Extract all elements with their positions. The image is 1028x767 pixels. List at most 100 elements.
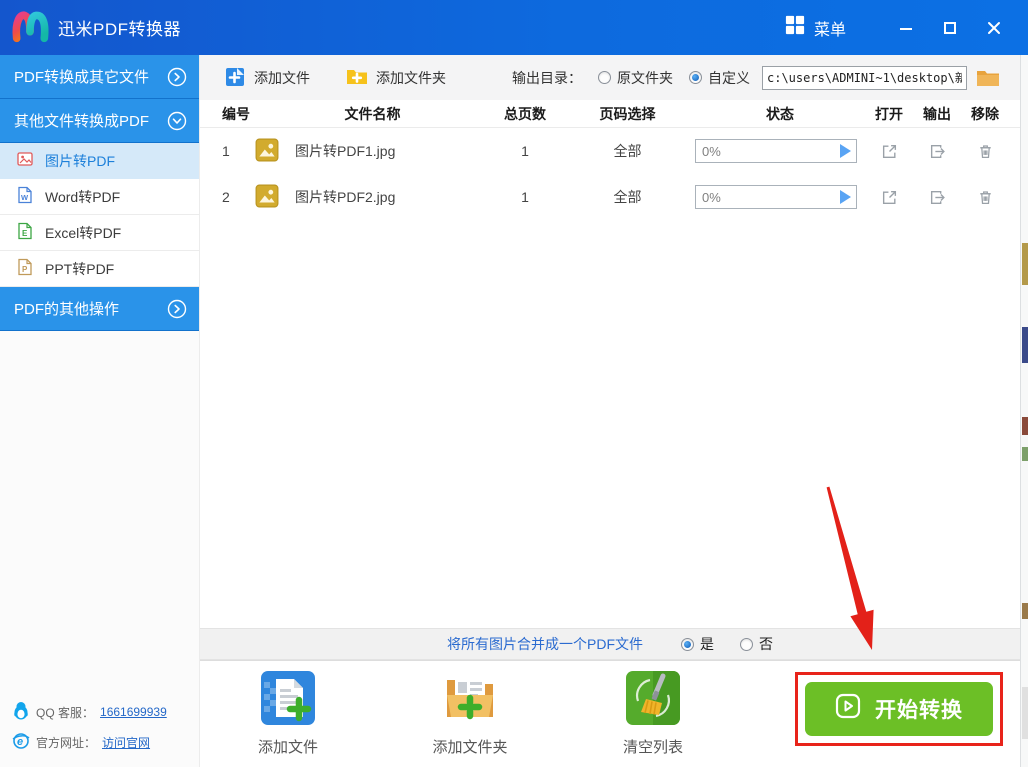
ppt-file-icon: P <box>16 258 34 279</box>
add-file-button[interactable]: 添加文件 <box>225 66 310 90</box>
col-header-page-range: 页码选择 <box>560 104 695 124</box>
desktop-fragment <box>1022 327 1028 363</box>
svg-text:W: W <box>21 193 29 202</box>
chevron-down-circle-icon <box>167 111 187 131</box>
row-play-button[interactable] <box>840 144 851 158</box>
open-output-button[interactable] <box>929 189 946 206</box>
chevron-right-circle-icon <box>167 299 187 319</box>
titlebar: 迅米PDF转换器 菜单 <box>0 0 1028 55</box>
qq-icon <box>12 701 30 723</box>
table-row[interactable]: 2 图片转PDF2.jpg 1 全部 0% <box>200 174 1020 220</box>
qq-label: QQ 客服： <box>36 704 94 721</box>
progress-bar: 0% <box>695 139 857 163</box>
row-page-range[interactable]: 全部 <box>560 187 695 207</box>
excel-file-icon: E <box>16 222 34 243</box>
row-pages: 1 <box>490 189 560 205</box>
app-window: 迅米PDF转换器 菜单 <box>0 0 1028 767</box>
merge-option-bar: 将所有图片合并成一个PDF文件 是 否 <box>200 628 1020 660</box>
brand: 迅米PDF转换器 <box>10 6 181 49</box>
open-file-button[interactable] <box>881 189 898 206</box>
radio-icon <box>740 638 753 651</box>
delete-row-button[interactable] <box>977 189 994 206</box>
merge-no-radio[interactable]: 否 <box>740 634 773 654</box>
word-file-icon: W <box>16 186 34 207</box>
start-convert-button[interactable]: 开始转换 <box>805 682 993 736</box>
progress-value: 0% <box>696 144 721 159</box>
sidebar-section-pdf-other-ops[interactable]: PDF的其他操作 <box>0 287 199 331</box>
toolbar: 添加文件 添加文件夹 输出目录： 原文件夹 自定义 <box>200 55 1020 100</box>
file-list: 1 图片转PDF1.jpg 1 全部 0% <box>200 128 1020 628</box>
delete-row-button[interactable] <box>977 143 994 160</box>
menu-button[interactable]: 菜单 <box>775 9 856 46</box>
sidebar-section-other-to-pdf[interactable]: 其他文件转换成PDF <box>0 99 199 143</box>
main-panel: 添加文件 添加文件夹 输出目录： 原文件夹 自定义 <box>200 55 1020 767</box>
sidebar-item-word-to-pdf[interactable]: W Word转PDF <box>0 179 199 215</box>
add-folder-big-button[interactable]: 添加文件夹 <box>424 671 516 757</box>
add-folder-icon <box>346 66 368 89</box>
table-header: 编号 文件名称 总页数 页码选择 状态 打开 输出 移除 <box>200 100 1020 128</box>
add-folder-big-label: 添加文件夹 <box>424 736 516 757</box>
external-link-icon <box>881 189 898 206</box>
merge-yes-radio[interactable]: 是 <box>681 634 714 654</box>
output-dir-label: 输出目录： <box>512 68 582 88</box>
row-page-range[interactable]: 全部 <box>560 141 695 161</box>
section-label: PDF的其他操作 <box>14 298 119 319</box>
clear-list-big-label: 清空列表 <box>607 736 699 757</box>
ie-browser-icon: e <box>12 732 30 753</box>
browse-folder-button[interactable] <box>976 68 1000 87</box>
official-site-link[interactable]: 访问官网 <box>102 734 150 751</box>
add-file-big-icon <box>261 712 315 729</box>
sidebar-item-image-to-pdf[interactable]: 图片转PDF <box>0 143 199 179</box>
window-title: 迅米PDF转换器 <box>58 15 181 40</box>
folder-icon <box>976 68 1000 87</box>
jpg-thumbnail-icon <box>255 184 279 211</box>
desktop-fragment <box>1022 243 1028 285</box>
app-logo-icon <box>10 6 50 49</box>
close-button[interactable] <box>974 12 1014 44</box>
radio-original-folder[interactable]: 原文件夹 <box>598 68 673 88</box>
output-dir-group: 输出目录： 原文件夹 自定义 <box>512 66 1000 90</box>
open-file-button[interactable] <box>881 143 898 160</box>
website-row: e 官方网址： 访问官网 <box>12 732 199 753</box>
col-header-open: 打开 <box>865 104 913 124</box>
sidebar-item-ppt-to-pdf[interactable]: P PPT转PDF <box>0 251 199 287</box>
play-icon <box>835 693 861 725</box>
grid-menu-icon <box>785 15 805 40</box>
row-number: 2 <box>215 189 255 205</box>
maximize-button[interactable] <box>930 12 970 44</box>
section-label: 其他文件转换成PDF <box>14 110 149 131</box>
add-folder-button[interactable]: 添加文件夹 <box>346 66 446 89</box>
sidebar-item-label: PPT转PDF <box>45 259 114 279</box>
desktop-fragment <box>1022 603 1028 619</box>
add-file-big-button[interactable]: 添加文件 <box>242 671 334 757</box>
action-bar: 添加文件 添加文件夹 <box>200 660 1020 767</box>
output-path-input[interactable] <box>762 66 967 90</box>
jpg-thumbnail-icon <box>255 138 279 165</box>
desktop-fragment <box>1022 687 1028 739</box>
row-play-button[interactable] <box>840 190 851 204</box>
menu-label: 菜单 <box>814 16 846 40</box>
open-output-button[interactable] <box>929 143 946 160</box>
row-filename: 图片转PDF2.jpg <box>295 187 395 207</box>
close-icon <box>987 21 1001 35</box>
chevron-right-circle-icon <box>167 67 187 87</box>
svg-text:E: E <box>22 229 28 238</box>
clear-list-big-icon <box>626 712 680 729</box>
qq-support-row: QQ 客服： 1661699939 <box>12 701 199 723</box>
col-header-status: 状态 <box>695 104 865 124</box>
sidebar: PDF转换成其它文件 其他文件转换成PDF 图片转PDF W Word转PDF <box>0 55 200 767</box>
sidebar-section-pdf-to-other[interactable]: PDF转换成其它文件 <box>0 55 199 99</box>
section-label: PDF转换成其它文件 <box>14 66 149 87</box>
radio-icon <box>598 71 611 84</box>
trash-icon <box>977 143 994 160</box>
sidebar-item-label: Word转PDF <box>45 187 120 207</box>
qq-number-link[interactable]: 1661699939 <box>100 705 167 719</box>
col-header-filename: 文件名称 <box>255 104 490 124</box>
sidebar-item-excel-to-pdf[interactable]: E Excel转PDF <box>0 215 199 251</box>
desktop-fragment <box>1022 417 1028 435</box>
clear-list-big-button[interactable]: 清空列表 <box>607 671 699 757</box>
radio-custom-folder[interactable]: 自定义 <box>689 68 750 88</box>
table-row[interactable]: 1 图片转PDF1.jpg 1 全部 0% <box>200 128 1020 174</box>
add-file-big-label: 添加文件 <box>242 736 334 757</box>
minimize-button[interactable] <box>886 12 926 44</box>
